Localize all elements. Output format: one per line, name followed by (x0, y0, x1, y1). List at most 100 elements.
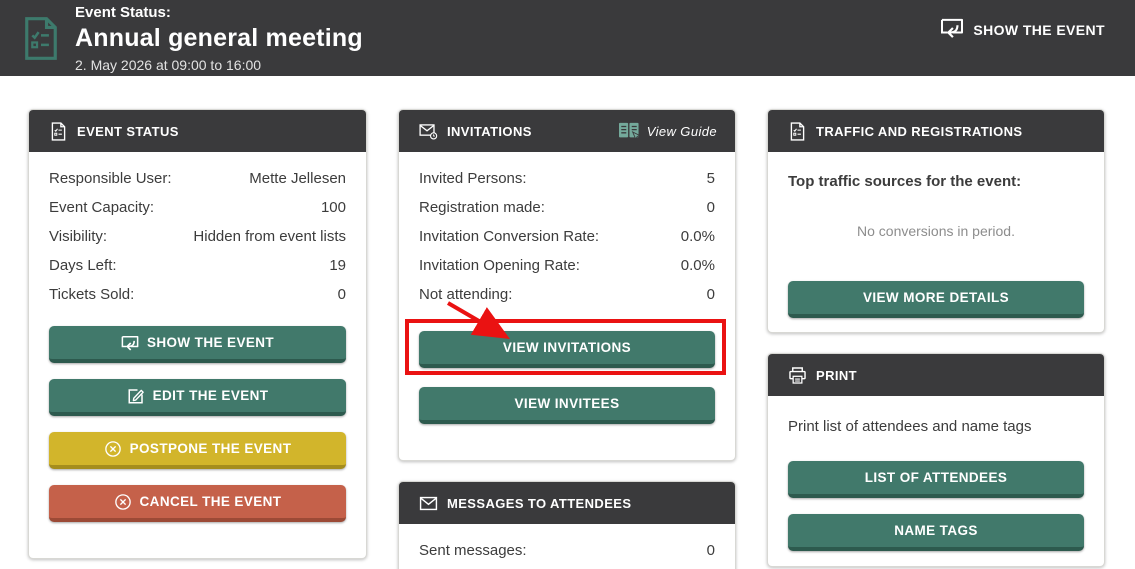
edit-event-label: EDIT THE EVENT (153, 388, 269, 403)
view-guide-link[interactable]: View Guide (617, 121, 717, 141)
table-row: Registration made: 0 (419, 193, 715, 222)
page-header: Event Status: Annual general meeting 2. … (0, 0, 1135, 76)
invitations-card-header: INVITATIONS View Guide (399, 110, 735, 152)
printer-icon (788, 366, 807, 385)
header-show-event-button[interactable]: SHOW THE EVENT (940, 18, 1105, 41)
print-card-header: PRINT (768, 354, 1104, 396)
view-invitations-label: VIEW INVITATIONS (503, 340, 631, 355)
envelope-icon (419, 494, 438, 513)
table-row: Sent messages: 0 (419, 536, 715, 565)
page-title: Annual general meeting (75, 22, 363, 54)
row-label: Visibility: (49, 228, 107, 245)
event-status-card-header: EVENT STATUS (29, 110, 366, 152)
row-label: Invitation Opening Rate: (419, 257, 580, 274)
checklist-document-icon (49, 122, 68, 141)
view-invitations-button[interactable]: VIEW INVITATIONS (419, 331, 715, 368)
table-row: Not attending: 0 (419, 280, 715, 309)
table-row: Responsible User: Mette Jellesen (49, 164, 346, 193)
print-card: PRINT Print list of attendees and name t… (767, 353, 1105, 567)
row-value: 5 (707, 170, 715, 187)
row-label: Invitation Conversion Rate: (419, 228, 599, 245)
dashboard-content: EVENT STATUS Responsible User: Mette Jel… (0, 76, 1135, 569)
row-label: Event Capacity: (49, 199, 154, 216)
table-row: Invited Persons: 5 (419, 164, 715, 193)
table-row: Visibility: Hidden from event lists (49, 222, 346, 251)
messages-card-title: MESSAGES TO ATTENDEES (447, 496, 631, 511)
event-date: 2. May 2026 at 09:00 to 16:00 (75, 56, 363, 74)
view-invitees-label: VIEW INVITEES (515, 396, 620, 411)
column-traffic-print: TRAFFIC AND REGISTRATIONS Top traffic so… (767, 109, 1105, 567)
window-back-arrow-icon (940, 18, 964, 41)
list-of-attendees-label: LIST OF ATTENDEES (865, 470, 1008, 485)
row-value: 0 (707, 542, 715, 559)
row-label: Invited Persons: (419, 170, 527, 187)
row-value: Hidden from event lists (193, 228, 346, 245)
traffic-actions: VIEW MORE DETAILS (768, 281, 1104, 332)
event-status-actions: SHOW THE EVENT EDIT THE EVENT POSTPONE T… (29, 326, 366, 558)
postpone-event-label: POSTPONE THE EVENT (130, 441, 292, 456)
view-guide-label: View Guide (647, 124, 717, 139)
row-value: 0.0% (681, 228, 715, 245)
print-actions: LIST OF ATTENDEES NAME TAGS (768, 461, 1104, 566)
circle-x-icon (104, 440, 122, 458)
row-label: Sent messages: (419, 542, 527, 559)
messages-card-header: MESSAGES TO ATTENDEES (399, 482, 735, 524)
envelope-clock-icon (419, 122, 438, 141)
print-heading: Print list of attendees and name tags (788, 418, 1084, 435)
invitations-card-title: INVITATIONS (447, 124, 532, 139)
table-row: Days Left: 19 (49, 251, 346, 280)
checklist-document-icon (22, 16, 60, 61)
traffic-card-header: TRAFFIC AND REGISTRATIONS (768, 110, 1104, 152)
table-row: Event Capacity: 100 (49, 193, 346, 222)
cancel-event-label: CANCEL THE EVENT (140, 494, 282, 509)
table-row: Invitation Conversion Rate: 0.0% (419, 222, 715, 251)
show-event-button[interactable]: SHOW THE EVENT (49, 326, 346, 363)
invitations-card: INVITATIONS View Guide Invited Persons: … (398, 109, 736, 461)
name-tags-label: NAME TAGS (894, 523, 978, 538)
messages-rows: Sent messages: 0 (399, 524, 735, 569)
traffic-card-title: TRAFFIC AND REGISTRATIONS (816, 124, 1022, 139)
event-status-card: EVENT STATUS Responsible User: Mette Jel… (28, 109, 367, 559)
event-status-card-title: EVENT STATUS (77, 124, 179, 139)
header-show-event-label: SHOW THE EVENT (973, 22, 1105, 38)
list-of-attendees-button[interactable]: LIST OF ATTENDEES (788, 461, 1084, 498)
row-value: 0 (338, 286, 346, 303)
pencil-square-icon (127, 387, 145, 405)
checklist-document-icon (788, 122, 807, 141)
view-more-details-label: VIEW MORE DETAILS (863, 290, 1009, 305)
traffic-heading: Top traffic sources for the event: (788, 173, 1084, 190)
messages-card: MESSAGES TO ATTENDEES Sent messages: 0 (398, 481, 736, 569)
postpone-event-button[interactable]: POSTPONE THE EVENT (49, 432, 346, 469)
event-status-kicker: Event Status: (75, 4, 363, 22)
traffic-empty-text: No conversions in period. (768, 223, 1104, 239)
print-card-title: PRINT (816, 368, 857, 383)
row-label: Responsible User: (49, 170, 172, 187)
row-value: 100 (321, 199, 346, 216)
row-value: Mette Jellesen (249, 170, 346, 187)
edit-event-button[interactable]: EDIT THE EVENT (49, 379, 346, 416)
event-status-rows: Responsible User: Mette Jellesen Event C… (29, 152, 366, 309)
column-invitations: INVITATIONS View Guide Invited Persons: … (398, 109, 736, 569)
column-event-status: EVENT STATUS Responsible User: Mette Jel… (28, 109, 367, 559)
view-invitees-button[interactable]: VIEW INVITEES (419, 387, 715, 424)
row-label: Days Left: (49, 257, 117, 274)
table-row: Tickets Sold: 0 (49, 280, 346, 309)
window-back-arrow-icon (121, 334, 139, 352)
open-book-pointer-icon (617, 121, 641, 141)
row-value: 19 (329, 257, 346, 274)
cancel-event-button[interactable]: CANCEL THE EVENT (49, 485, 346, 522)
row-value: 0 (707, 286, 715, 303)
table-row: Invitation Opening Rate: 0.0% (419, 251, 715, 280)
invitations-actions: VIEW INVITATIONS VIEW INVITEES (399, 331, 735, 460)
name-tags-button[interactable]: NAME TAGS (788, 514, 1084, 551)
circle-x-icon (114, 493, 132, 511)
traffic-card: TRAFFIC AND REGISTRATIONS Top traffic so… (767, 109, 1105, 333)
row-value: 0 (707, 199, 715, 216)
show-event-label: SHOW THE EVENT (147, 335, 274, 350)
invitations-rows: Invited Persons: 5 Registration made: 0 … (399, 152, 735, 309)
row-label: Tickets Sold: (49, 286, 134, 303)
row-label: Registration made: (419, 199, 545, 216)
row-label: Not attending: (419, 286, 512, 303)
header-titles: Event Status: Annual general meeting 2. … (75, 4, 363, 74)
view-more-details-button[interactable]: VIEW MORE DETAILS (788, 281, 1084, 318)
